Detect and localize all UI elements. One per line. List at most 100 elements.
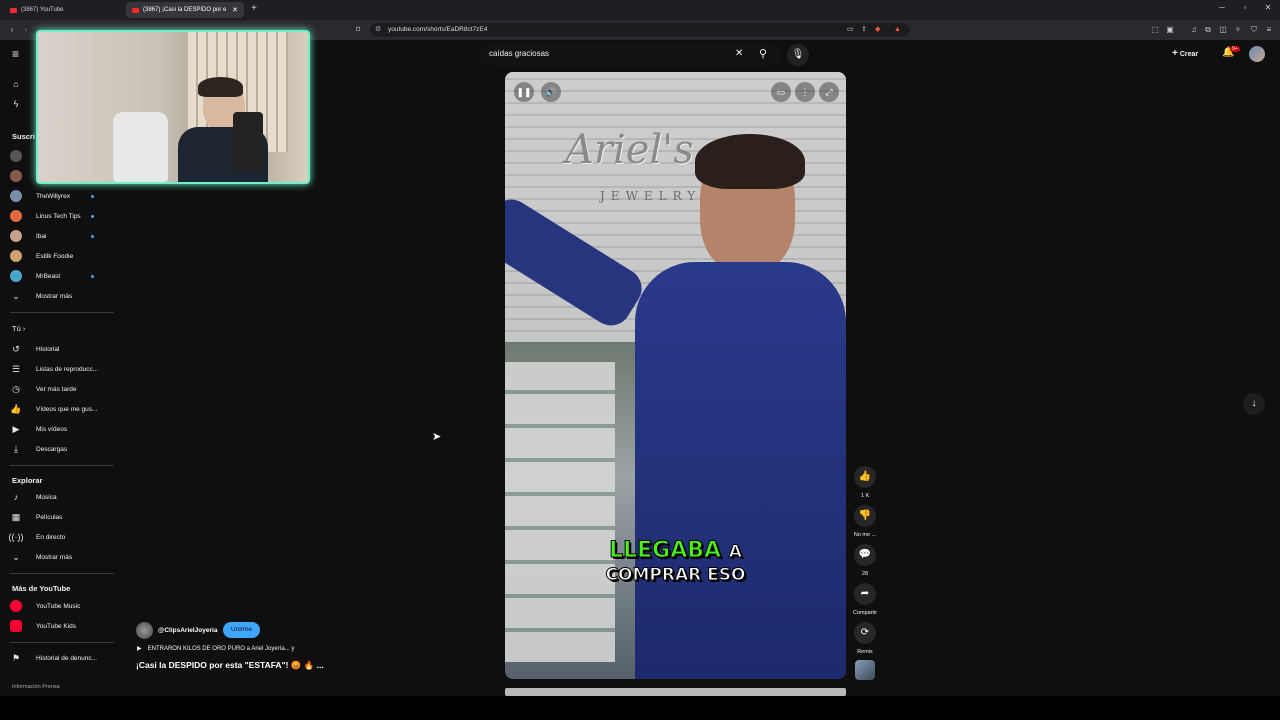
puzzle-icon[interactable]: ⧉: [1202, 24, 1214, 36]
sound-link[interactable]: ▶ ENTRARON KILOS DE ORO PURO a Ariel Joye…: [137, 645, 294, 652]
sidebar-item-label: Historial de denunc...: [36, 654, 98, 662]
audio-thumbnail[interactable]: [855, 660, 875, 680]
fullscreen-icon[interactable]: ⤢: [819, 82, 839, 102]
search-box[interactable]: caídas graciosas ✕ ⚲: [480, 44, 782, 66]
close-tab-icon[interactable]: ✕: [232, 6, 238, 14]
streamer-hair: [198, 77, 243, 97]
more-options-icon[interactable]: ⋮: [795, 82, 815, 102]
pause-icon[interactable]: ❚❚: [514, 82, 534, 102]
shorts-video-player[interactable]: Ariel's JEWELRY ❚❚ 🔊 ▭ ⋮ ⤢ LLEGABA A COM…: [505, 72, 846, 679]
clear-search-icon[interactable]: ✕: [735, 48, 743, 59]
sidebar-divider: [10, 312, 114, 313]
like-count: 1 K: [860, 493, 870, 499]
next-video-arrow-icon[interactable]: ↓: [1243, 393, 1265, 415]
account-avatar[interactable]: [1249, 46, 1265, 62]
film-icon: ▦: [11, 511, 21, 522]
tab-label: (3867) ¡Casi la DESPIDO por e: [143, 7, 227, 13]
share-page-icon[interactable]: ⇪: [861, 23, 867, 37]
like-button[interactable]: 👍 1 K: [853, 466, 877, 499]
minimize-button[interactable]: ─: [1212, 3, 1232, 12]
forward-icon[interactable]: ›: [20, 24, 32, 36]
reader-icon[interactable]: ▣: [1164, 24, 1176, 36]
sidebar-item-mrbeast[interactable]: MrBeast: [10, 268, 110, 284]
channel-avatar: [10, 210, 22, 222]
bookmark-icon[interactable]: ⌑: [352, 24, 364, 36]
sidebar-item-historial[interactable]: ↺ Historial: [10, 341, 110, 357]
extension-icon[interactable]: ⬚: [1149, 24, 1161, 36]
video-progress-bar[interactable]: [505, 688, 846, 696]
sidebar-item-films[interactable]: ▦ Películas: [10, 509, 110, 525]
sidebar-item-linus-tech-tips[interactable]: Linus Tech Tips: [10, 208, 110, 224]
home-icon: ⌂: [13, 79, 19, 89]
new-tab-icon[interactable]: +: [251, 3, 257, 14]
hamburger-menu-icon[interactable]: ≡: [12, 47, 19, 61]
remix-icon: ⟳: [854, 622, 876, 644]
sidebar-item-thewillyrex[interactable]: TheWillyrex: [10, 188, 110, 204]
sidebar-item-playlists[interactable]: ☰ Listas de reproducc...: [10, 361, 110, 377]
channel-name[interactable]: @ClipsArielJoyeria: [158, 627, 217, 634]
browser-tab-youtube[interactable]: (3867) YouTube: [4, 2, 122, 18]
remix-label: Remix: [857, 649, 873, 655]
sidebar-item-ibai[interactable]: Ibai: [10, 228, 110, 244]
channel-avatar: [10, 250, 22, 262]
sidebar-item-label: YouTube Music: [36, 602, 81, 610]
menu-icon[interactable]: ≡: [1263, 24, 1275, 36]
music-extension-icon[interactable]: ♫: [1188, 24, 1200, 36]
site-info-icon[interactable]: ⚙: [375, 23, 381, 37]
chevron-down-icon: ⌄: [12, 290, 20, 301]
show-more-subscriptions[interactable]: ⌄ Mostrar más: [10, 288, 110, 304]
sidebar-item-label: Películas: [36, 513, 63, 521]
wallet-icon[interactable]: ✧: [1232, 24, 1244, 36]
brand-subtext: JEWELRY: [600, 189, 702, 203]
sidebar-item-downloads[interactable]: ⤓ Descargas: [10, 441, 110, 457]
share-button[interactable]: ➦ Compartir: [853, 583, 877, 616]
sidebar-item-watch-later[interactable]: ◷ Ver más tarde: [10, 381, 110, 397]
voice-search-icon[interactable]: 🎙: [787, 44, 809, 66]
sidebar-divider: [10, 573, 114, 574]
history-icon: ↺: [12, 343, 20, 354]
subtitle-line-2: COMPRAR ESO: [605, 565, 746, 586]
sidebar-item-music[interactable]: ♪ Música: [10, 489, 110, 505]
sidebar-item-estilk-foodie[interactable]: Estilk Foodie: [10, 248, 110, 264]
vpn-icon[interactable]: ⛉: [1248, 24, 1260, 36]
volume-icon[interactable]: 🔊: [541, 82, 561, 102]
you-heading[interactable]: Tú ›: [12, 324, 25, 333]
sidebar-divider: [10, 642, 114, 643]
url-field[interactable]: ⚙ youtube.com/shorts/EaDR8ct7zE4 ▭ ⇪ ◆ ▲: [370, 23, 910, 37]
share-icon: ➦: [854, 583, 876, 605]
channel-avatar: [10, 270, 22, 282]
join-button[interactable]: Unirme: [223, 622, 260, 638]
captions-icon[interactable]: ▭: [771, 82, 791, 102]
sidebar-item-report-history[interactable]: ⚑ Historial de denunc...: [10, 650, 110, 666]
close-window-button[interactable]: ✕: [1258, 3, 1278, 12]
create-button[interactable]: + Crear: [1172, 48, 1198, 59]
sidebar-toggle-icon[interactable]: ◫: [1217, 24, 1229, 36]
new-content-dot: [91, 194, 94, 198]
comment-icon: 💬: [854, 544, 876, 566]
video-title[interactable]: ¡Casi la DESPIDO por esta "ESTAFA"! 😡 🔥 …: [136, 660, 324, 671]
sidebar-item-label: TheWillyrex: [36, 192, 70, 200]
back-icon[interactable]: ‹: [6, 24, 18, 36]
show-more-explore[interactable]: ⌄ Mostrar más: [10, 549, 110, 565]
sidebar-item-my-videos[interactable]: ▶ Mis vídeos: [10, 421, 110, 437]
footer-links[interactable]: Información Prensa: [12, 684, 60, 690]
sidebar-item-label: YouTube Kids: [36, 622, 76, 630]
restore-button[interactable]: ▫: [1235, 3, 1255, 12]
sidebar-item-youtube-music[interactable]: YouTube Music: [10, 598, 110, 614]
sidebar-item-label: Historial: [36, 345, 60, 353]
sidebar-item-live[interactable]: ((·)) En directo: [9, 529, 110, 545]
share-label: Compartir: [853, 610, 878, 616]
sidebar-item-youtube-kids[interactable]: YouTube Kids: [10, 618, 110, 634]
sidebar-item-liked[interactable]: 👍 Vídeos que me gus...: [10, 401, 110, 417]
dislike-button[interactable]: 👎 No me ...: [853, 505, 877, 538]
comments-button[interactable]: 💬 28: [853, 544, 877, 577]
search-input[interactable]: caídas graciosas: [489, 49, 549, 58]
screen-icon[interactable]: ▭: [847, 23, 854, 37]
brave-shield-icon[interactable]: ◆: [875, 23, 880, 37]
subscriptions-heading[interactable]: Suscri: [12, 132, 35, 141]
search-icon[interactable]: ⚲: [759, 47, 767, 60]
browser-tab-short[interactable]: (3867) ¡Casi la DESPIDO por e ✕: [126, 2, 244, 18]
channel-avatar[interactable]: [136, 622, 153, 639]
remix-button[interactable]: ⟳ Remix: [853, 622, 877, 655]
rewards-icon[interactable]: ▲: [894, 23, 901, 37]
